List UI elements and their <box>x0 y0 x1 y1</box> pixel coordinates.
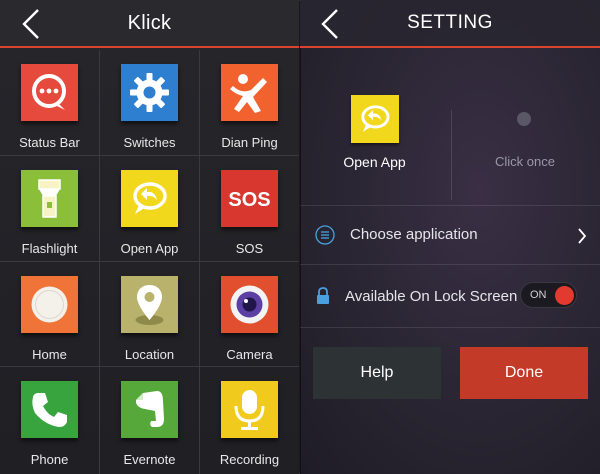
app-camera[interactable]: Camera <box>200 262 299 367</box>
gear-icon <box>121 64 178 121</box>
app-label: Flashlight <box>21 241 78 256</box>
settings-topbar: SETTING <box>300 0 600 48</box>
apps-topbar: Klick <box>0 0 299 48</box>
microphone-icon <box>221 381 278 438</box>
preview-divider <box>451 110 452 200</box>
phone-icon <box>21 381 78 438</box>
choose-application-row[interactable]: Choose application <box>300 206 600 264</box>
evernote-icon <box>121 381 178 438</box>
action-preview: Open App Click once <box>300 50 600 205</box>
reply-bubble-icon <box>361 105 390 133</box>
app-phone[interactable]: Phone <box>0 367 99 472</box>
lock-screen-label: Available On Lock Screen <box>345 288 518 305</box>
app-label: Camera <box>226 347 273 362</box>
lock-screen-row: Available On Lock Screen ON <box>300 268 600 326</box>
app-label: Evernote <box>123 452 176 467</box>
app-dian-ping[interactable]: Dian Ping <box>200 50 299 155</box>
selected-app-label: Open App <box>343 154 406 170</box>
choose-application-label: Choose application <box>350 226 478 243</box>
lock-screen-toggle[interactable]: ON <box>520 282 577 308</box>
row-divider <box>300 327 600 328</box>
app-label: Home <box>32 347 67 362</box>
app-open-app[interactable]: Open App <box>100 156 199 261</box>
gesture-label: Click once <box>495 154 555 169</box>
settings-title: SETTING <box>407 12 493 33</box>
app-evernote[interactable]: Evernote <box>100 367 199 472</box>
app-label: Phone <box>30 452 69 467</box>
app-flashlight[interactable]: Flashlight <box>0 156 99 261</box>
app-label: Switches <box>123 135 176 150</box>
row-divider <box>300 264 600 265</box>
list-circle-icon <box>315 225 335 245</box>
chevron-right-icon <box>578 228 587 244</box>
settings-panel: SETTING Open App Click once Choose appli… <box>300 0 600 474</box>
selected-app-tile[interactable] <box>351 95 399 143</box>
app-home[interactable]: Home <box>0 262 99 367</box>
svg-text:SOS: SOS <box>228 189 270 211</box>
person-mascot-icon <box>221 64 278 121</box>
apps-panel: Klick Status Bar Switches Dian Ping Flas… <box>0 0 299 474</box>
camera-lens-icon <box>221 276 278 333</box>
map-pin-icon <box>121 276 178 333</box>
sos-icon: SOS <box>221 170 278 227</box>
chat-dots-icon <box>21 64 78 121</box>
home-button-icon <box>21 276 78 333</box>
reply-bubble-icon <box>121 170 178 227</box>
toggle-knob <box>555 286 574 305</box>
app-label: SOS <box>235 241 264 256</box>
app-label: Status Bar <box>19 135 80 150</box>
done-button[interactable]: Done <box>460 347 588 399</box>
app-switches[interactable]: Switches <box>100 50 199 155</box>
help-button[interactable]: Help <box>313 347 441 399</box>
apps-title: Klick <box>127 12 172 34</box>
app-label: Location <box>124 347 175 362</box>
lock-icon <box>317 287 329 304</box>
app-recording[interactable]: Recording <box>200 367 299 472</box>
toggle-state-label: ON <box>530 289 547 301</box>
app-sos[interactable]: SOS SOS <box>200 156 299 261</box>
app-label: Dian Ping <box>221 135 278 150</box>
app-label: Open App <box>120 241 179 256</box>
app-label: Recording <box>219 452 280 467</box>
click-dot-icon <box>517 112 531 126</box>
flashlight-icon <box>21 170 78 227</box>
app-location[interactable]: Location <box>100 262 199 367</box>
app-status-bar[interactable]: Status Bar <box>0 50 99 155</box>
